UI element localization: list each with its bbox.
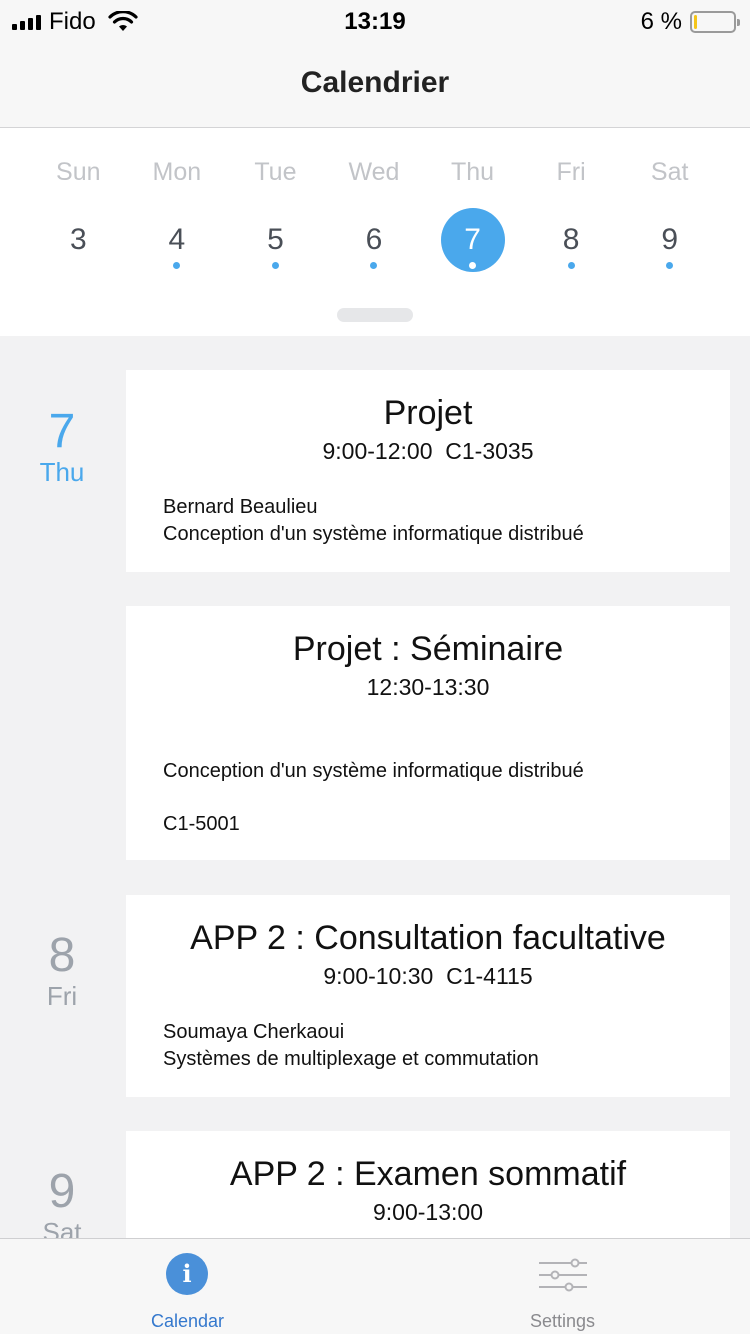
agenda-day-label-7: 7 Thu xyxy=(0,405,124,487)
sliders-icon xyxy=(539,1258,587,1292)
agenda-day-number: 9 xyxy=(48,1165,76,1218)
event-teacher: Soumaya Cherkaoui xyxy=(163,1021,345,1043)
date-cell-sat[interactable]: 9 xyxy=(620,208,719,272)
event-time: 9:00-13:00 xyxy=(373,1199,483,1225)
event-time: 9:00-10:30 xyxy=(323,963,434,989)
battery-percent: 6 % xyxy=(640,8,682,35)
agenda-day-label-9: 9 Sat xyxy=(0,1165,124,1239)
date-cell-wed[interactable]: 6 xyxy=(325,208,424,272)
event-room: C1-3035 xyxy=(445,438,534,464)
calendar-expand-handle[interactable] xyxy=(337,308,413,322)
event-title: APP 2 : Consultation facultative xyxy=(190,919,666,957)
event-teacher: Bernard Beaulieu xyxy=(163,496,318,518)
agenda-day-weekday: Fri xyxy=(46,981,78,1011)
tab-settings[interactable]: Settings xyxy=(375,1239,750,1334)
day-name-tue: Tue xyxy=(254,158,297,186)
event-card[interactable]: APP 2 : Examen sommatif 9:00-13:00 xyxy=(126,1131,730,1238)
event-time: 9:00-12:00 xyxy=(322,438,433,464)
day-name-sun: Sun xyxy=(56,158,101,186)
tab-label: Calendar xyxy=(150,1311,225,1331)
date-cell-tue[interactable]: 5 xyxy=(226,208,325,272)
week-dates: 3 4 5 6 7 8 9 xyxy=(29,208,719,272)
tab-bar: i Calendar Settings xyxy=(0,1238,750,1334)
agenda-day-weekday: Thu xyxy=(39,457,85,487)
tab-calendar[interactable]: i Calendar xyxy=(0,1239,375,1334)
day-name-wed: Wed xyxy=(348,158,400,186)
week-day-names: Sun Mon Tue Wed Thu Fri Sat xyxy=(29,158,719,187)
battery-icon xyxy=(690,11,740,33)
status-time: 13:19 xyxy=(344,8,406,35)
date-cell-fri[interactable]: 8 xyxy=(522,208,621,272)
event-indicator-dot xyxy=(271,262,279,269)
date-cell-mon[interactable]: 4 xyxy=(128,208,227,272)
event-card[interactable]: APP 2 : Consultation facultative 9:00-10… xyxy=(126,895,730,1097)
event-time-room: 9:00-10:30 C1-4115 xyxy=(126,963,730,990)
agenda-day-number: 7 xyxy=(48,405,76,458)
event-title: Projet xyxy=(383,394,473,432)
event-indicator-dot xyxy=(469,262,477,269)
agenda-day-number: 8 xyxy=(48,929,76,982)
event-card[interactable]: Projet : Séminaire 12:30-13:30 Conceptio… xyxy=(126,606,730,860)
page-title: Calendrier xyxy=(300,66,450,99)
event-course: Conception d'un système informatique dis… xyxy=(163,523,584,545)
week-strip[interactable]: Sun Mon Tue Wed Thu Fri Sat 3 4 5 6 7 8 xyxy=(0,128,750,336)
event-title: APP 2 : Examen sommatif xyxy=(229,1155,627,1193)
info-icon: i xyxy=(166,1253,208,1295)
day-name-mon: Mon xyxy=(152,158,202,186)
status-right: 6 % xyxy=(640,8,740,36)
day-name-fri: Fri xyxy=(556,158,586,186)
battery-level xyxy=(694,15,697,29)
date-number: 3 xyxy=(69,223,87,256)
event-course: Conception d'un système informatique dis… xyxy=(163,760,584,782)
event-time-room: 9:00-12:00 C1-3035 xyxy=(126,438,730,465)
event-time: 12:30-13:30 xyxy=(366,674,490,700)
tab-label: Settings xyxy=(529,1311,596,1331)
event-card[interactable]: Projet 9:00-12:00 C1-3035 Bernard Beauli… xyxy=(126,370,730,572)
agenda-day-label-8: 8 Fri xyxy=(0,929,124,1011)
event-title: Projet : Séminaire xyxy=(292,630,564,668)
date-cell-sun[interactable]: 3 xyxy=(29,208,128,272)
event-course: Systèmes de multiplexage et commutation xyxy=(163,1048,539,1070)
event-indicator-dot xyxy=(567,262,575,269)
status-bar: Fido 13:19 6 % xyxy=(0,0,750,40)
day-name-thu: Thu xyxy=(450,158,495,186)
day-name-sat: Sat xyxy=(650,158,689,186)
event-room: C1-4115 xyxy=(446,963,533,989)
event-room: C1-5001 xyxy=(163,813,240,835)
date-cell-thu-selected[interactable]: 7 xyxy=(423,208,522,272)
navigation-bar: Calendrier xyxy=(0,40,750,128)
agenda-day-weekday: Sat xyxy=(42,1217,82,1238)
agenda-list[interactable]: 7 Thu Projet 9:00-12:00 C1-3035 Bernard … xyxy=(0,336,750,1238)
